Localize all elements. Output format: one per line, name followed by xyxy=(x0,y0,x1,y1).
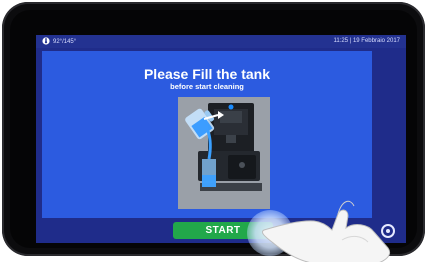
tablet-device: 92°/145° 11:25 | 19 Febbraio 2017 Please… xyxy=(2,2,425,262)
hand-icon xyxy=(261,200,390,262)
